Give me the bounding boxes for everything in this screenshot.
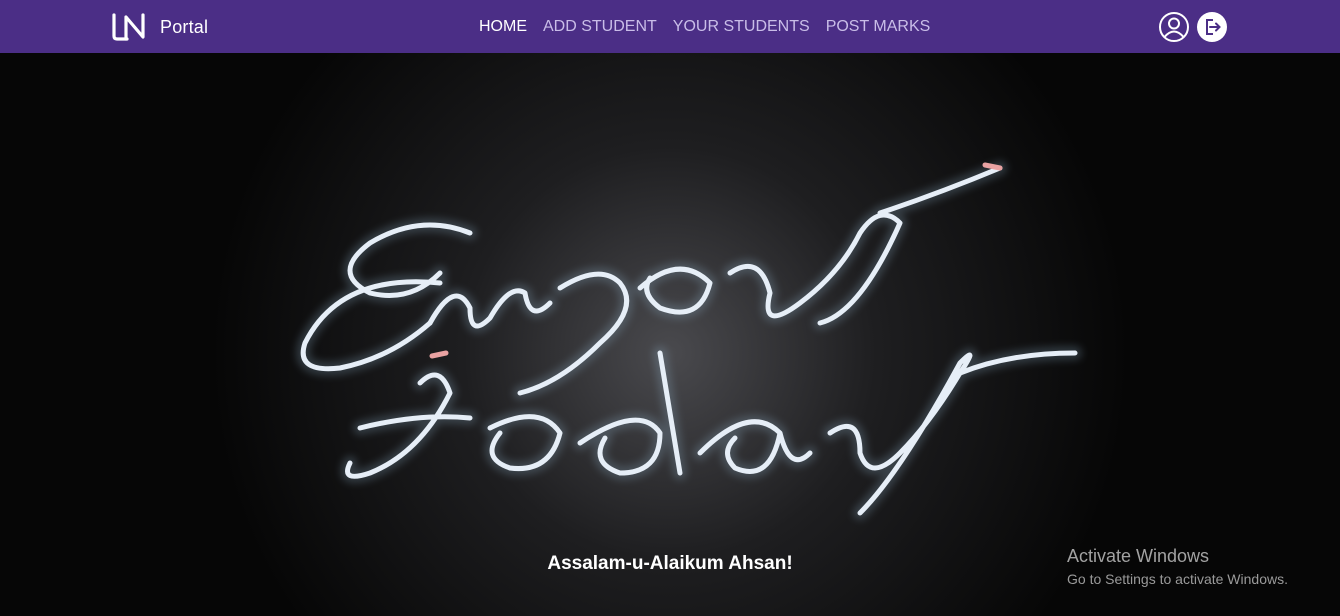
nav-add-student[interactable]: ADD STUDENT <box>543 18 657 36</box>
top-navbar: Portal HOME ADD STUDENT YOUR STUDENTS PO… <box>0 0 1340 53</box>
brand-logo[interactable]: Portal <box>110 12 208 42</box>
brand-name: Portal <box>160 16 209 37</box>
neon-sign-illustration <box>0 53 1340 616</box>
nav-home[interactable]: HOME <box>479 18 527 36</box>
main-nav: HOME ADD STUDENT YOUR STUDENTS POST MARK… <box>479 0 946 53</box>
windows-activation-watermark: Activate Windows Go to Settings to activ… <box>1067 546 1288 587</box>
hero-image <box>0 53 1340 616</box>
nav-your-students[interactable]: YOUR STUDENTS <box>673 18 810 36</box>
activate-title: Activate Windows <box>1067 546 1210 566</box>
nav-actions <box>1158 11 1234 43</box>
logout-icon[interactable] <box>1196 11 1228 43</box>
ln-logo-mark <box>112 13 145 41</box>
activate-subtitle: Go to Settings to activate Windows. <box>1067 571 1288 587</box>
user-profile-icon[interactable] <box>1158 11 1190 43</box>
nav-post-marks[interactable]: POST MARKS <box>826 18 931 36</box>
